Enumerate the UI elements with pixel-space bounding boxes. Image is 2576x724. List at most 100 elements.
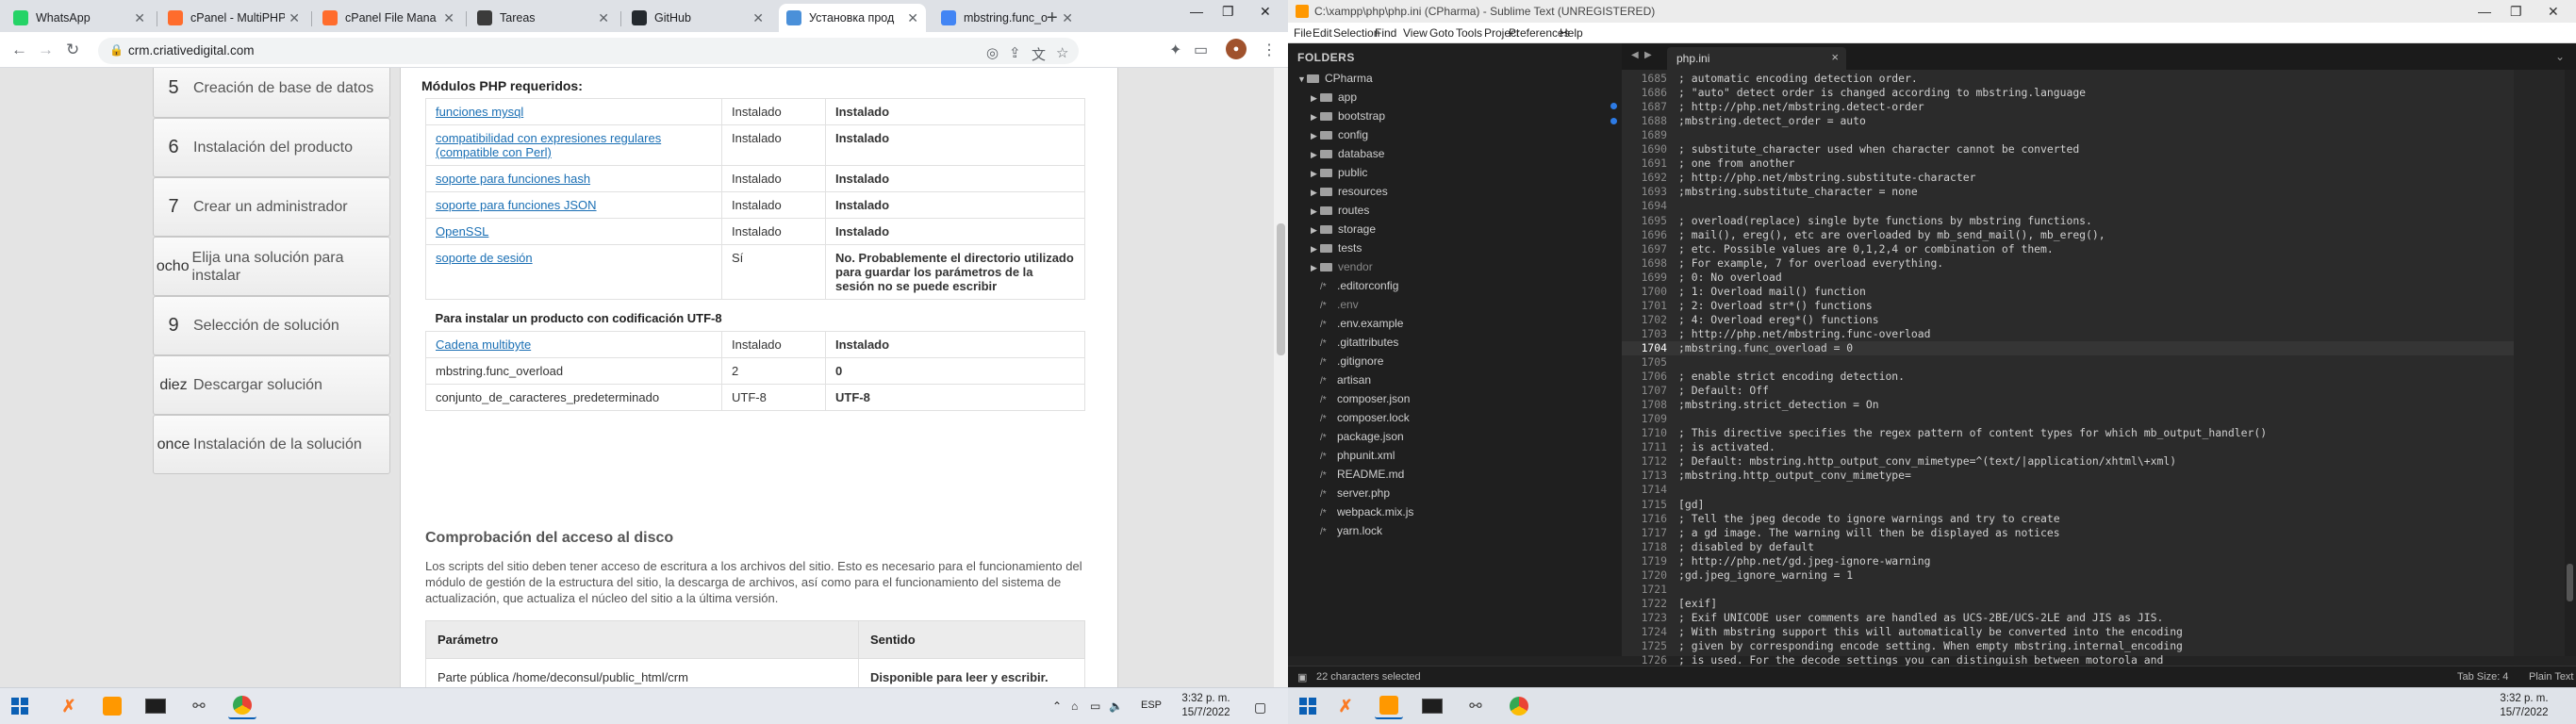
- code-line[interactable]: ; 1: Overload mail() function: [1678, 285, 1866, 298]
- requirement-link[interactable]: soporte para funciones JSON: [436, 198, 597, 212]
- maximize-button[interactable]: ❐: [1222, 4, 1234, 20]
- tree-file[interactable]: /* artisan: [1320, 373, 1371, 387]
- code-line[interactable]: ; enable strict encoding detection.: [1678, 370, 1905, 383]
- close-tab-icon[interactable]: ×: [1831, 50, 1839, 64]
- extensions-icon[interactable]: ✦: [1169, 41, 1181, 59]
- tree-folder[interactable]: ▶ database: [1311, 147, 1384, 160]
- code-line[interactable]: ; http://php.net/mbstring.func-overload: [1678, 327, 1930, 340]
- tree-file[interactable]: /* phpunit.xml: [1320, 449, 1395, 462]
- sublime-taskbar-icon[interactable]: [1375, 693, 1403, 719]
- code-line[interactable]: ; overload(replace) single byte function…: [1678, 214, 2092, 227]
- code-line[interactable]: ; etc. Possible values are 0,1,2,4 or co…: [1678, 242, 2054, 255]
- tree-file[interactable]: /* package.json: [1320, 430, 1404, 443]
- requirement-link[interactable]: soporte de sesión: [436, 251, 533, 265]
- panel-toggle-icon[interactable]: ▣: [1297, 671, 1307, 683]
- page-scrollbar[interactable]: [1274, 68, 1288, 687]
- tree-file[interactable]: /* yarn.lock: [1320, 524, 1382, 537]
- reload-icon[interactable]: ↻: [66, 41, 79, 59]
- notifications-icon[interactable]: ▢: [1254, 699, 1266, 716]
- network-icon[interactable]: ⌂: [1071, 699, 1078, 713]
- syntax-indicator[interactable]: Plain Text: [2529, 671, 2574, 683]
- code-line[interactable]: ; 4: Overload ereg*() functions: [1678, 313, 1879, 326]
- code-line[interactable]: ; one from another: [1678, 156, 1794, 170]
- sublime-taskbar-icon[interactable]: [98, 693, 126, 719]
- minimap[interactable]: [2514, 70, 2565, 656]
- code-line[interactable]: ; Default: mbstring.http_output_conv_mim…: [1678, 454, 2176, 468]
- network-app-taskbar-icon[interactable]: ⚯: [185, 693, 213, 719]
- code-line[interactable]: ; disabled by default: [1678, 540, 1814, 553]
- tree-folder[interactable]: ▶ public: [1311, 166, 1367, 179]
- network-app-taskbar-icon[interactable]: ⚯: [1461, 693, 1490, 719]
- code-line[interactable]: ;mbstring.substitute_character = none: [1678, 185, 1918, 198]
- close-window-button[interactable]: ✕: [1260, 4, 1271, 20]
- menu-item-find[interactable]: Find: [1375, 26, 1396, 40]
- close-tab-icon[interactable]: ✕: [598, 10, 609, 26]
- system-clock[interactable]: 3:32 p. m. 15/7/2022: [1173, 692, 1239, 720]
- code-line[interactable]: ; 0: No overload: [1678, 271, 1782, 284]
- requirement-link[interactable]: soporte para funciones hash: [436, 172, 590, 186]
- windows-start-icon[interactable]: [1299, 698, 1316, 715]
- chrome-taskbar-icon[interactable]: [228, 693, 256, 719]
- close-tab-icon[interactable]: ✕: [752, 10, 764, 26]
- profile-avatar[interactable]: ●: [1226, 39, 1247, 59]
- requirement-link[interactable]: funciones mysql: [436, 105, 523, 119]
- close-tab-icon[interactable]: ✕: [1062, 10, 1073, 26]
- terminal-taskbar-icon[interactable]: [141, 693, 170, 719]
- expand-arrow-icon[interactable]: ▶: [1311, 131, 1320, 141]
- tab-dropdown-icon[interactable]: ⌄: [2555, 50, 2565, 63]
- tree-file[interactable]: /* .gitignore: [1320, 354, 1383, 368]
- new-tab-button[interactable]: +: [1047, 8, 1058, 29]
- tree-file[interactable]: /* composer.lock: [1320, 411, 1410, 424]
- code-line[interactable]: ; is activated.: [1678, 440, 1775, 453]
- browser-tab[interactable]: mbstring.func_o ✕: [933, 4, 1081, 32]
- code-line[interactable]: [gd]: [1678, 498, 1704, 511]
- share-icon[interactable]: ⇪: [1009, 44, 1021, 61]
- xampp-taskbar-icon[interactable]: ✗: [1331, 693, 1360, 719]
- close-tab-icon[interactable]: ✕: [443, 10, 454, 26]
- tree-folder[interactable]: ▶ bootstrap: [1311, 109, 1385, 123]
- browser-tab[interactable]: GitHub ✕: [624, 4, 771, 32]
- code-line[interactable]: ;mbstring.strict_detection = On: [1678, 398, 1879, 411]
- editor-scrollbar[interactable]: [2565, 70, 2576, 656]
- code-line[interactable]: ; http://php.net/mbstring.substitute-cha…: [1678, 171, 1975, 184]
- expand-arrow-icon[interactable]: ▶: [1311, 150, 1320, 160]
- expand-arrow-icon[interactable]: ▼: [1297, 74, 1307, 84]
- tree-file[interactable]: /* .gitattributes: [1320, 336, 1398, 349]
- tab-right-arrow-icon[interactable]: ▶: [1644, 50, 1652, 60]
- tree-file[interactable]: /* .env: [1320, 298, 1359, 311]
- expand-arrow-icon[interactable]: ▶: [1311, 112, 1320, 123]
- scrollbar-thumb[interactable]: [2567, 564, 2573, 601]
- code-line[interactable]: ; mail(), ereg(), etc are overloaded by …: [1678, 228, 2105, 241]
- tree-folder[interactable]: ▶ resources: [1311, 185, 1388, 198]
- lock-icon[interactable]: 🔒: [109, 43, 124, 57]
- code-line[interactable]: ; Default: Off: [1678, 384, 1769, 397]
- browser-tab[interactable]: cPanel - MultiPHP ✕: [160, 4, 307, 32]
- code-line[interactable]: ; substitute_character used when charact…: [1678, 142, 2079, 156]
- code-line[interactable]: ; http://php.net/mbstring.detect-order: [1678, 100, 1924, 113]
- side-panel-icon[interactable]: ▭: [1194, 41, 1208, 59]
- tray-chevron-icon[interactable]: ⌃: [1052, 699, 1062, 713]
- code-line[interactable]: ;mbstring.func_overload = 0: [1678, 341, 1853, 354]
- code-line[interactable]: ;mbstring.http_output_conv_mimetype=: [1678, 469, 1911, 482]
- expand-arrow-icon[interactable]: ▶: [1311, 93, 1320, 104]
- language-indicator[interactable]: ESP: [1141, 699, 1162, 711]
- forward-icon[interactable]: →: [38, 41, 54, 59]
- close-tab-icon[interactable]: ✕: [907, 10, 918, 26]
- tree-folder[interactable]: ▶ routes: [1311, 204, 1369, 217]
- requirement-link[interactable]: OpenSSL: [436, 224, 488, 239]
- menu-item-edit[interactable]: Edit: [1313, 26, 1332, 40]
- tree-folder[interactable]: ▶ config: [1311, 128, 1368, 141]
- expand-arrow-icon[interactable]: ▶: [1311, 188, 1320, 198]
- back-icon[interactable]: ←: [11, 41, 27, 59]
- tree-file[interactable]: /* README.md: [1320, 468, 1404, 481]
- tree-file[interactable]: /* composer.json: [1320, 392, 1410, 405]
- battery-icon[interactable]: ▭: [1090, 699, 1100, 713]
- address-bar[interactable]: 🔒 crm.criativedigital.com ◎ ⇪ 文 ☆: [98, 38, 1079, 64]
- code-line[interactable]: ;gd.jpeg_ignore_warning = 1: [1678, 568, 1853, 582]
- tab-left-arrow-icon[interactable]: ◀: [1631, 50, 1639, 60]
- expand-arrow-icon[interactable]: ▶: [1311, 244, 1320, 255]
- code-line[interactable]: ; This directive specifies the regex pat…: [1678, 426, 2267, 439]
- scrollbar-thumb[interactable]: [1277, 223, 1285, 355]
- system-clock[interactable]: 3:32 p. m. 15/7/2022: [2491, 692, 2557, 720]
- browser-tab[interactable]: Установка прод ✕: [779, 4, 926, 32]
